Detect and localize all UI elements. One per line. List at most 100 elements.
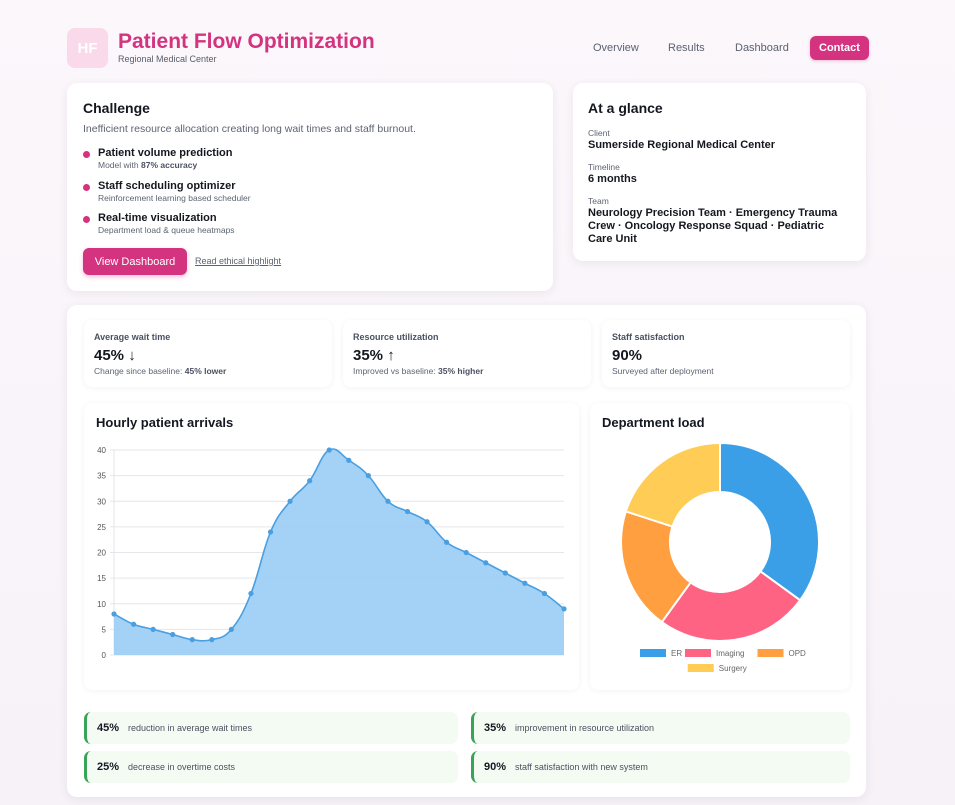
data-point: [170, 631, 176, 638]
metric-value: 35% ↑: [353, 347, 395, 364]
team-label: Team: [588, 196, 609, 206]
y-tick-label: 5: [102, 625, 107, 634]
bullet-dot: [83, 151, 90, 158]
challenge-description: Inefficient resource allocation creating…: [83, 123, 416, 135]
glance-card: At a glance Client Sumerside Regional Me…: [573, 83, 866, 261]
team-value-line: Neurology Precision Team · Emergency Tra…: [588, 207, 838, 219]
data-point: [150, 626, 156, 632]
result-text: reduction in average wait times: [128, 723, 253, 733]
ethical-highlight-link[interactable]: Read ethical highlight: [195, 256, 281, 266]
metric-label: Staff satisfaction: [612, 332, 685, 342]
metric-label: Resource utilization: [353, 332, 439, 342]
metric-value: 45% ↓: [94, 347, 136, 364]
data-point: [483, 560, 489, 566]
data-point: [267, 529, 274, 535]
data-point: [209, 637, 215, 643]
nav-dashboard[interactable]: Dashboard: [735, 36, 789, 60]
metric-subtext: Surveyed after deployment: [612, 366, 714, 376]
data-point: [228, 626, 234, 632]
y-tick-label: 10: [97, 600, 106, 609]
data-point: [424, 519, 430, 525]
result-percent: 35%: [484, 722, 507, 734]
data-point: [326, 447, 332, 453]
arrivals-chart-card: Hourly patient arrivals 0 5 10 15 20 25 30 35 40: [84, 403, 579, 690]
data-point: [541, 590, 548, 597]
department-load-card: Department load ER Imaging OPD Surgery: [590, 403, 850, 690]
data-point: [404, 508, 411, 515]
data-point: [561, 606, 567, 612]
y-tick-label: 25: [97, 523, 106, 532]
result-item: 90% staff satisfaction with new system: [471, 751, 850, 783]
result-item: 35% improvement in resource utilization: [471, 712, 850, 744]
nav-overview[interactable]: Overview: [593, 36, 639, 60]
result-percent: 45%: [97, 722, 120, 734]
contact-button[interactable]: Contact: [810, 36, 869, 60]
metric-subtext: Change since baseline: 45% lower: [94, 366, 227, 376]
challenge-heading: Challenge: [83, 100, 150, 116]
metric-label: Average wait time: [94, 332, 171, 342]
donut-slice-surgery: [624, 441, 721, 528]
view-dashboard-button[interactable]: View Dashboard: [83, 248, 187, 275]
arrivals-area-chart: 0 5 10 15 20 25 30 35 40: [97, 446, 567, 660]
legend-swatch: [687, 664, 714, 672]
logo: HF: [67, 28, 108, 68]
result-item: 45% reduction in average wait times: [84, 712, 458, 744]
metric-card-utilization: Resource utilization 35% ↑ Improved vs b…: [343, 320, 591, 387]
data-point: [189, 637, 195, 643]
data-point: [111, 611, 117, 617]
metric-value: 90%: [612, 347, 643, 364]
metric-card-satisfaction: Staff satisfaction 90% Surveyed after de…: [602, 320, 850, 387]
feature-title: Real-time visualization: [98, 212, 217, 224]
result-text: staff satisfaction with new system: [515, 762, 648, 772]
area-fill: [114, 448, 564, 655]
data-point: [385, 498, 391, 504]
legend-swatch: [640, 649, 666, 657]
y-tick-label: 0: [102, 651, 107, 660]
challenge-card: Challenge Inefficient resource allocatio…: [67, 83, 553, 291]
team-value-line: Care Unit: [588, 233, 637, 245]
feature-title: Patient volume prediction: [98, 147, 233, 159]
feature-subtitle: Department load & queue heatmaps: [98, 225, 235, 235]
client-value: Sumerside Regional Medical Center: [588, 139, 776, 151]
legend-label: Imaging: [716, 649, 744, 658]
nav-results[interactable]: Results: [668, 36, 705, 60]
y-tick-label: 40: [97, 446, 106, 455]
glance-heading: At a glance: [588, 100, 663, 116]
y-tick-label: 35: [97, 472, 106, 481]
result-percent: 25%: [97, 761, 120, 773]
legend-label: Surgery: [719, 664, 747, 673]
legend-swatch: [685, 649, 711, 657]
data-point: [346, 457, 352, 463]
team-value-line: Crew · Oncology Response Squad · Pediatr…: [588, 220, 824, 232]
result-text: decrease in overtime costs: [128, 762, 236, 772]
result-percent: 90%: [484, 761, 507, 773]
metric-subtext: Improved vs baseline: 35% higher: [353, 366, 484, 376]
donut-slice-er: [719, 441, 820, 602]
bullet-dot: [83, 184, 90, 191]
timeline-value: 6 months: [588, 173, 637, 185]
feature-subtitle: Model with 87% accuracy: [98, 160, 198, 170]
page-subtitle: Regional Medical Center: [118, 54, 217, 64]
client-label: Client: [588, 128, 610, 138]
legend-swatch: [757, 649, 784, 657]
data-point: [248, 590, 254, 597]
y-tick-label: 30: [97, 497, 106, 506]
result-text: improvement in resource utilization: [515, 723, 655, 733]
data-point: [365, 473, 371, 479]
legend-label: OPD: [789, 649, 807, 658]
data-point: [463, 549, 469, 556]
data-point: [502, 570, 508, 576]
legend-label: ER: [671, 649, 682, 658]
data-point: [522, 580, 528, 586]
data-point: [307, 478, 313, 484]
data-point: [287, 498, 293, 504]
metric-card-wait-time: Average wait time 45% ↓ Change since bas…: [84, 320, 332, 387]
page-title: Patient Flow Optimization: [118, 30, 375, 53]
feature-title: Staff scheduling optimizer: [98, 180, 236, 192]
result-item: 25% decrease in overtime costs: [84, 751, 458, 783]
timeline-label: Timeline: [588, 162, 620, 172]
feature-subtitle: Reinforcement learning based scheduler: [98, 193, 251, 203]
data-point: [444, 539, 450, 545]
bullet-dot: [83, 216, 90, 223]
department-load-donut: ER Imaging OPD Surgery: [620, 441, 820, 673]
